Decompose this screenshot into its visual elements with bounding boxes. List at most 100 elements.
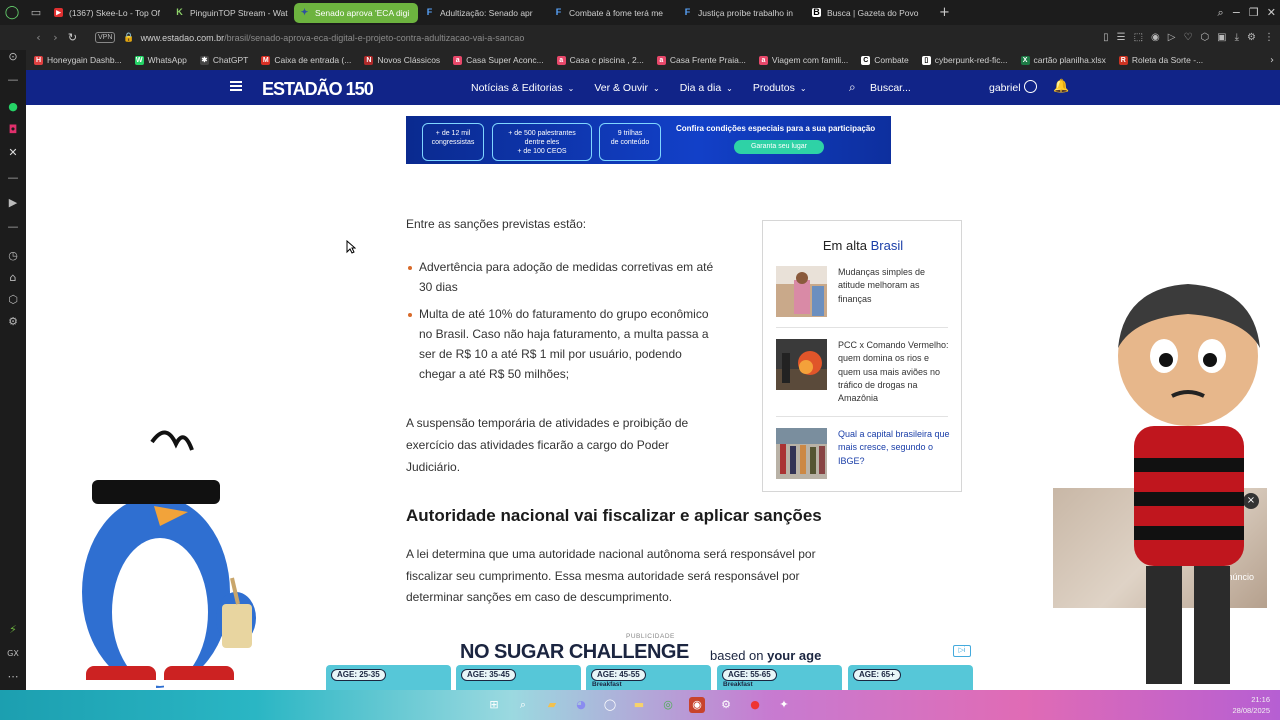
trending-item[interactable]: Mudanças simples de atitude melhoram as … xyxy=(776,266,950,318)
bookmark-viagem[interactable]: a Viagem com famili... xyxy=(758,55,848,65)
settings-icon[interactable]: ⚙ xyxy=(1247,32,1256,43)
discord-icon[interactable]: ◕ xyxy=(573,697,589,713)
browser-tab-twitch[interactable]: K PinguinTOP Stream - Wat xyxy=(169,3,293,23)
heart-icon[interactable]: ♡ xyxy=(1183,32,1192,43)
bookmark-casa-super[interactable]: a Casa Super Aconc... xyxy=(453,55,544,65)
bookmark-chatgpt[interactable]: ✱ ChatGPT xyxy=(199,55,248,65)
bookmark-novos-classicos[interactable]: N Novos Clássicos xyxy=(364,55,440,65)
bookmark-casa-piscina[interactable]: a Casa c piscina , 2... xyxy=(556,55,644,65)
hamburger-menu-icon[interactable] xyxy=(230,81,242,91)
ad-choices-icon[interactable]: ▷i xyxy=(953,645,971,657)
divider-icon: — xyxy=(7,171,19,184)
extra-app-icon[interactable]: ✦ xyxy=(776,697,792,713)
more-icon[interactable]: ⋯ xyxy=(0,670,26,683)
bookmarks-more-icon[interactable]: › xyxy=(1270,55,1274,66)
reader-icon[interactable]: ☰ xyxy=(1117,32,1126,43)
f-icon: F xyxy=(555,7,562,17)
player-icon[interactable]: ▶ xyxy=(0,196,26,209)
back-icon[interactable]: ‹ xyxy=(30,31,47,44)
trending-section-link[interactable]: Brasil xyxy=(871,238,904,253)
bookmark-whatsapp[interactable]: W WhatsApp xyxy=(134,55,187,65)
sidebar-settings-icon[interactable]: ⚙ xyxy=(0,315,26,328)
banner-cta-button[interactable]: Garanta seu lugar xyxy=(734,140,824,154)
bookmark-honeygain[interactable]: H Honeygain Dashb... xyxy=(34,55,122,65)
browser-tab-gazeta[interactable]: B Busca | Gazeta do Povo xyxy=(806,3,934,23)
x-icon[interactable]: ✕ xyxy=(0,146,26,159)
bookmark-cyberpunk[interactable]: ▯ cyberpunk-red-fic... xyxy=(921,55,1008,65)
age-card[interactable]: AGE: 45-55 Breakfast xyxy=(586,665,711,690)
search-icon[interactable]: ⌕ xyxy=(849,80,856,95)
extensions-icon[interactable]: ⬡ xyxy=(1200,32,1209,43)
split-view-icon[interactable]: ▯ xyxy=(1103,32,1109,43)
trending-box: Em alta Brasil Mudanças simples de atitu… xyxy=(762,220,962,492)
bookmark-planilha[interactable]: Xcartão planilha.xlsx xyxy=(1020,55,1106,65)
ad-headline[interactable]: NO SUGAR CHALLENGE xyxy=(460,641,689,664)
site-logo[interactable]: ESTADÃO 150 xyxy=(262,79,374,100)
url-field[interactable]: www.estadao.com.br/brasil/senado-aprova-… xyxy=(141,33,525,43)
history-icon[interactable]: ◷ xyxy=(0,249,26,262)
user-name[interactable]: gabriel xyxy=(989,82,1021,94)
opera-icon[interactable]: ◯ xyxy=(602,697,618,713)
reload-icon[interactable]: ↻ xyxy=(64,31,81,44)
age-card[interactable]: AGE: 25-35 xyxy=(326,665,451,690)
snapshot-icon[interactable]: ⬚ xyxy=(1134,32,1143,43)
system-clock[interactable]: 21:16 28/08/2025 xyxy=(1232,694,1270,716)
bookmark-combate[interactable]: C Combate xyxy=(861,55,909,65)
trending-item[interactable]: Qual a capital brasileira que mais cresc… xyxy=(776,428,950,480)
age-tag: AGE: 35-45 xyxy=(461,669,516,681)
video-app-icon[interactable]: ▬ xyxy=(631,697,647,713)
download-icon[interactable]: ⤓ xyxy=(1235,32,1239,43)
menu-produtos[interactable]: Produtos ⌄ xyxy=(753,82,807,94)
browser-tab-estadao[interactable]: ✦ Senado aprova 'ECA digi xyxy=(294,2,418,23)
age-card[interactable]: AGE: 55-65 Breakfast xyxy=(717,665,842,690)
maximize-icon[interactable]: ❐ xyxy=(1249,6,1259,19)
messenger-icon[interactable]: ⊙ xyxy=(0,50,26,63)
browser-tab-combate[interactable]: F Combate à fome terá me xyxy=(548,3,676,23)
browser-tab-youtube[interactable]: ▸ (1367) Skee-Lo - Top Of xyxy=(48,3,168,23)
pinboard-icon[interactable]: ⌂ xyxy=(0,271,26,284)
bookmark-gmail[interactable]: M Caixa de entrada (... xyxy=(261,55,351,65)
bookmark-roleta[interactable]: R Roleta da Sorte -... xyxy=(1118,55,1203,65)
trending-item[interactable]: PCC x Comando Vermelho: quem domina os r… xyxy=(776,339,950,409)
menu-noticias[interactable]: Notícias & Editorias ⌄ xyxy=(471,82,574,94)
close-window-icon[interactable]: ✕ xyxy=(1267,6,1276,19)
bullet-2-line-2: no Brasil. Caso não haja faturamento, a … xyxy=(419,327,709,341)
bookmark-casa-frente-praia[interactable]: a Casa Frente Praia... xyxy=(656,55,746,65)
play-icon[interactable]: ▷ xyxy=(1168,32,1176,43)
bullet-icon xyxy=(408,313,412,317)
age-card[interactable]: AGE: 65+ xyxy=(848,665,973,690)
opera-gx-icon[interactable]: ◉ xyxy=(689,697,705,713)
wallet-icon[interactable]: ▣ xyxy=(1217,32,1226,43)
folder-icon[interactable]: ▰ xyxy=(544,697,560,713)
sidebar-gx-icon[interactable]: GX xyxy=(0,649,26,658)
whatsapp-icon[interactable]: ● xyxy=(0,100,26,113)
lock-icon[interactable]: 🔒 xyxy=(123,33,134,43)
bell-icon[interactable]: 🔔 xyxy=(1053,79,1069,94)
event-banner-ad[interactable]: + de 12 mil congressistas + de 500 palest… xyxy=(406,116,891,175)
vpn-badge[interactable]: VPN xyxy=(95,32,116,43)
screen: ◯ ▭ ▸ (1367) Skee-Lo - Top Of K PinguinT… xyxy=(0,0,1280,720)
search-icon[interactable]: ⌕ xyxy=(515,697,531,713)
menu-ver-ouvir[interactable]: Ver & Ouvir ⌄ xyxy=(594,82,659,94)
browser-tab-adultizacao[interactable]: F Adultização: Senado apr xyxy=(419,3,547,23)
instagram-icon[interactable]: ◘ xyxy=(0,123,26,136)
tab-overview-icon[interactable]: ▭ xyxy=(24,0,48,25)
easy-setup-icon[interactable]: ⋮ xyxy=(1264,32,1274,43)
browser-tab-justica[interactable]: F Justiça proíbe trabalho in xyxy=(677,3,805,23)
age-card[interactable]: AGE: 35-45 xyxy=(456,665,581,690)
extensions-sidebar-icon[interactable]: ⬡ xyxy=(0,293,26,306)
recording-app-icon[interactable]: ● xyxy=(747,697,763,713)
menu-dia-a-dia[interactable]: Dia a dia ⌄ xyxy=(680,82,733,94)
camera-icon[interactable]: ◉ xyxy=(1151,32,1160,43)
browser-logo-icon[interactable]: ◯ xyxy=(0,0,24,25)
start-icon[interactable]: ⊞ xyxy=(486,697,502,713)
user-icon[interactable] xyxy=(1024,80,1037,93)
forward-icon[interactable]: › xyxy=(47,31,64,44)
chrome-icon[interactable]: ◎ xyxy=(660,697,676,713)
sidebar-bottom-icon[interactable]: ⚡ xyxy=(0,623,26,636)
search-input[interactable]: Buscar... xyxy=(870,82,911,94)
new-tab-button[interactable]: + xyxy=(939,5,950,20)
minimize-icon[interactable]: − xyxy=(1232,6,1241,19)
steam-icon[interactable]: ⚙ xyxy=(718,697,734,713)
search-tabs-icon[interactable]: ⌕ xyxy=(1218,6,1224,20)
